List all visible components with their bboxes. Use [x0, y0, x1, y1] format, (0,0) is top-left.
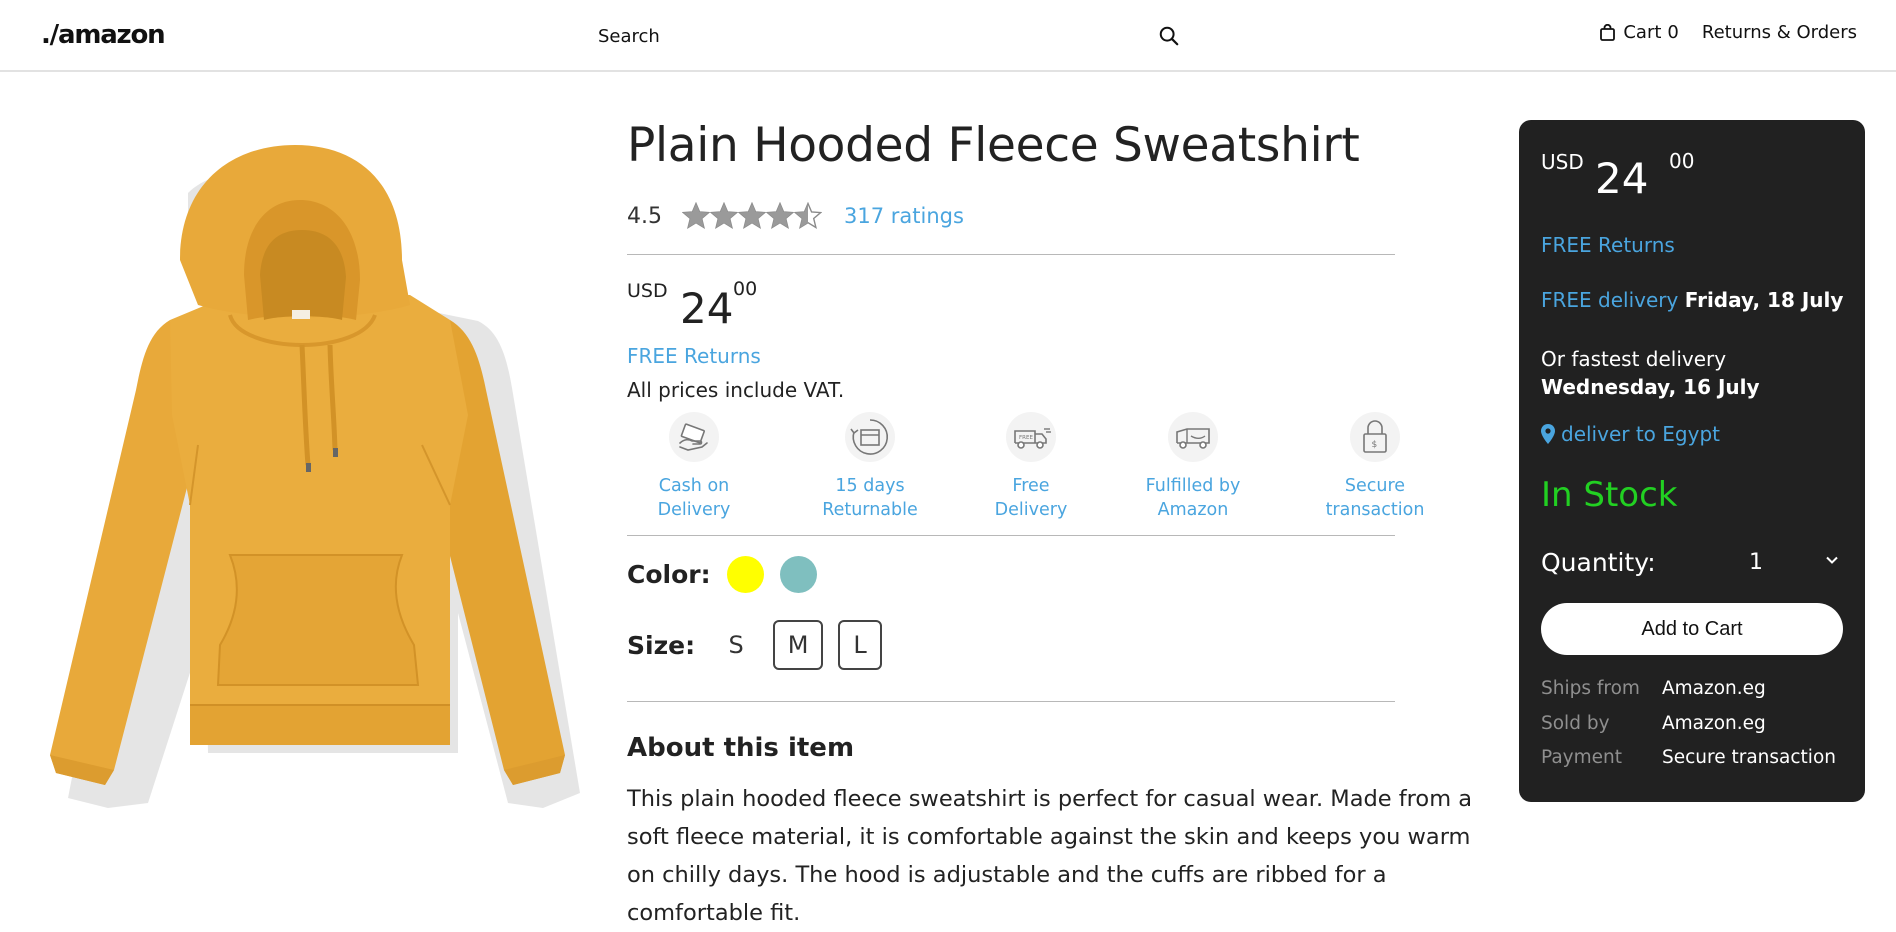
star-full-icon: [738, 202, 766, 229]
star-half-icon: [794, 202, 822, 229]
size-selector: Size: S M L: [627, 620, 883, 670]
size-label: Size:: [627, 630, 696, 660]
price-currency: USD: [1541, 150, 1584, 174]
svg-text:$: $: [1372, 440, 1378, 450]
header-right-links: Cart 0 Returns & Orders: [1600, 22, 1857, 43]
deliver-location-text: deliver to Egypt: [1561, 422, 1720, 446]
product-image: [30, 145, 590, 825]
feature-free-delivery: FREE Free Delivery: [956, 412, 1106, 522]
ratings-count-link[interactable]: 317 ratings: [844, 204, 964, 228]
fulfilled-by-amazon-icon: [1176, 428, 1210, 449]
size-option-s[interactable]: S: [714, 620, 759, 670]
quantity-value: 1: [1749, 550, 1763, 575]
feature-label-line1: Fulfilled by: [1145, 476, 1241, 496]
search-button[interactable]: [1153, 20, 1185, 52]
delivery-date: Friday, 18 July: [1684, 288, 1844, 312]
ships-from-label: Ships from: [1541, 678, 1640, 699]
feature-fulfilled-by-amazon: Fulfilled by Amazon: [1118, 412, 1268, 522]
free-returns-link[interactable]: FREE Returns: [627, 344, 761, 368]
feature-label-line2: transaction: [1325, 500, 1425, 520]
feature-cash-on-delivery: Cash on Delivery: [619, 412, 769, 522]
search-icon: [1159, 26, 1179, 46]
buy-box: USD 24 00 FREE Returns FREE delivery Fri…: [1519, 120, 1865, 802]
returns-orders-link[interactable]: Returns & Orders: [1702, 22, 1857, 43]
fastest-delivery-date: Wednesday, 16 July: [1541, 375, 1760, 399]
star-full-icon: [682, 202, 710, 229]
feature-label-line1: Secure: [1344, 476, 1406, 496]
chevron-down-icon: [1826, 556, 1838, 564]
feature-label-line2: Amazon: [1157, 500, 1229, 520]
divider: [627, 254, 1395, 255]
feature-label-line2: Returnable: [822, 500, 918, 520]
hoodie-image: [50, 145, 580, 808]
vat-note: All prices include VAT.: [627, 378, 845, 402]
rating-value: 4.5: [627, 203, 662, 229]
ships-from-value: Amazon.eg: [1662, 678, 1766, 699]
sold-by-value: Amazon.eg: [1662, 713, 1766, 734]
top-navigation-bar: ./amazon Cart 0 Returns & Orders: [0, 0, 1896, 72]
feature-badges: Cash on Delivery 15 days Returnable FREE…: [627, 412, 1487, 522]
color-label: Color:: [627, 560, 711, 589]
feature-returnable: 15 days Returnable: [795, 412, 945, 522]
feature-label-line1: Free: [1012, 476, 1050, 496]
delivery-info: FREE delivery Friday, 18 July: [1541, 288, 1843, 312]
location-pin-icon: [1541, 424, 1555, 444]
size-option-l[interactable]: L: [838, 620, 883, 670]
size-option-m[interactable]: M: [773, 620, 824, 670]
search-bar: [585, 16, 1185, 56]
free-delivery-truck-icon: FREE: [1014, 428, 1051, 449]
product-title: Plain Hooded Fleece Sweatshirt: [627, 118, 1360, 173]
sold-by-label: Sold by: [1541, 713, 1610, 734]
price-whole: 24: [680, 284, 734, 333]
secure-padlock-icon: $: [1363, 420, 1387, 453]
shopping-bag-icon: [1600, 24, 1616, 41]
price-whole: 24: [1595, 154, 1649, 203]
feature-secure-transaction: $ Secure transaction: [1300, 412, 1450, 522]
cart-button[interactable]: Cart 0: [1600, 22, 1679, 43]
returnable-box-icon: [850, 419, 889, 455]
cart-label: Cart: [1623, 22, 1662, 43]
about-item-heading: About this item: [627, 733, 855, 763]
free-delivery-link[interactable]: FREE delivery: [1541, 288, 1678, 312]
feature-label-line2: Delivery: [994, 500, 1068, 520]
divider: [627, 701, 1395, 702]
fastest-delivery-info: Or fastest delivery Wednesday, 16 July: [1541, 345, 1857, 401]
buybox-free-returns-link[interactable]: FREE Returns: [1541, 233, 1675, 257]
color-selector: Color:: [627, 556, 817, 593]
color-swatch-yellow[interactable]: [726, 556, 764, 593]
deliver-location-link[interactable]: deliver to Egypt: [1541, 422, 1720, 446]
rating-row: 4.5 317 ratings: [627, 198, 964, 234]
payment-value: Secure transaction: [1662, 747, 1836, 768]
cart-count: 0: [1667, 22, 1679, 43]
amazon-logo[interactable]: ./amazon: [41, 20, 166, 50]
feature-label-line2: Delivery: [657, 500, 731, 520]
add-to-cart-button[interactable]: Add to Cart: [1541, 603, 1843, 655]
star-rating: [682, 202, 822, 230]
payment-label: Payment: [1541, 747, 1622, 768]
star-full-icon: [766, 202, 794, 229]
price-fraction: 00: [733, 278, 758, 300]
quantity-select[interactable]: 1: [1749, 543, 1843, 583]
feature-label-line1: Cash on: [658, 476, 730, 496]
price-currency: USD: [627, 280, 668, 302]
about-item-description: This plain hooded fleece sweatshirt is p…: [627, 786, 1473, 926]
svg-text:FREE: FREE: [1019, 435, 1033, 441]
divider: [627, 535, 1395, 536]
fastest-delivery-prefix: Or fastest delivery: [1541, 347, 1727, 371]
cash-on-delivery-icon: [679, 423, 708, 451]
feature-label-line1: 15 days: [835, 476, 905, 496]
star-full-icon: [710, 202, 738, 229]
price-fraction: 00: [1669, 149, 1695, 173]
quantity-label: Quantity:: [1541, 548, 1656, 577]
search-input[interactable]: [585, 16, 1125, 56]
color-swatch-teal[interactable]: [779, 556, 817, 593]
stock-status: In Stock: [1541, 475, 1678, 515]
